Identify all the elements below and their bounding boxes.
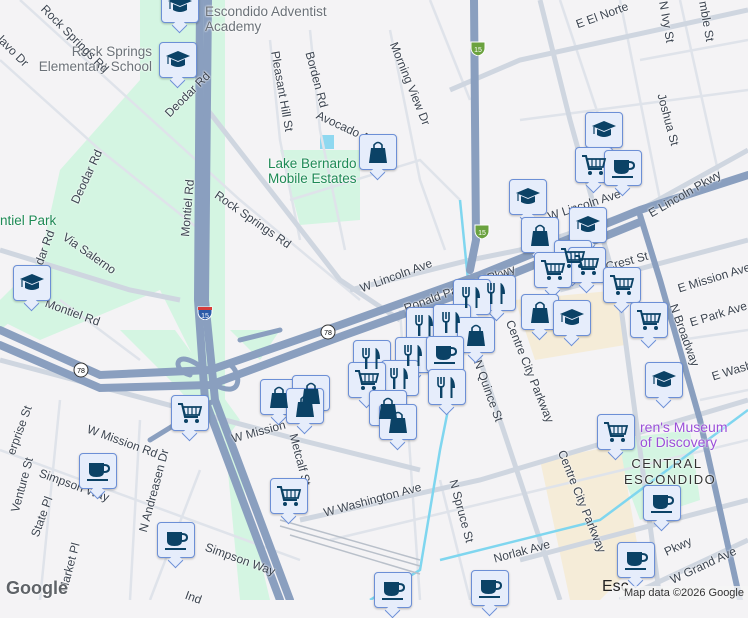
svg-text:78: 78: [324, 330, 332, 337]
school-marker[interactable]: [159, 42, 197, 78]
cart-marker[interactable]: [603, 267, 641, 303]
cart-marker[interactable]: [270, 478, 308, 514]
shopping-bag-icon: [389, 411, 407, 433]
school-icon: [516, 188, 540, 204]
shopping-bag-icon: [270, 386, 288, 408]
school-marker[interactable]: [569, 207, 607, 243]
cart-icon: [610, 275, 635, 295]
cart-marker[interactable]: [597, 414, 635, 450]
shopping-bag-marker[interactable]: [286, 388, 324, 424]
shopping-bag-marker[interactable]: [521, 217, 559, 253]
interstate-15-shield: 15: [474, 224, 490, 239]
lake-bernardo-label[interactable]: Lake Bernardo Mobile Estates: [268, 156, 368, 186]
coffee-icon: [479, 580, 503, 598]
school-marker[interactable]: [13, 265, 51, 301]
coffee-marker[interactable]: [157, 522, 195, 558]
restaurant-marker[interactable]: [428, 369, 466, 405]
cart-marker[interactable]: [348, 362, 386, 398]
cart-icon: [178, 403, 203, 423]
cart-icon: [637, 310, 662, 330]
map-attribution[interactable]: Map data ©2026 Google: [619, 586, 748, 600]
school-icon: [560, 309, 584, 325]
coffee-marker[interactable]: [426, 336, 464, 372]
shopping-bag-icon: [531, 301, 549, 323]
school-marker[interactable]: [509, 179, 547, 215]
central-escondido-label: CENTRAL ESCONDIDO: [624, 456, 717, 487]
coffee-marker[interactable]: [604, 150, 642, 186]
restaurant-marker[interactable]: [381, 360, 419, 396]
cart-marker[interactable]: [568, 247, 606, 283]
cart-marker[interactable]: [534, 252, 572, 288]
coffee-icon: [87, 463, 111, 481]
coffee-marker[interactable]: [617, 542, 655, 578]
cart-icon: [575, 255, 600, 275]
coffee-marker[interactable]: [471, 570, 509, 606]
coffee-icon: [165, 532, 189, 550]
school-icon: [166, 51, 190, 67]
shopping-bag-icon: [296, 395, 314, 417]
cart-icon: [582, 155, 607, 175]
restaurant-icon: [462, 287, 480, 308]
shopping-bag-marker[interactable]: [457, 317, 495, 353]
school-icon: [20, 274, 44, 290]
google-logo[interactable]: Google: [6, 578, 68, 599]
cart-marker[interactable]: [630, 302, 668, 338]
coffee-marker[interactable]: [643, 485, 681, 521]
school-marker[interactable]: [645, 362, 683, 398]
route-78-shield: 78: [73, 362, 89, 378]
railroad: [279, 519, 421, 575]
school-icon: [592, 121, 616, 137]
school-icon: [576, 216, 600, 232]
svg-text:15: 15: [474, 47, 482, 54]
coffee-marker[interactable]: [374, 572, 412, 608]
coffee-icon: [612, 160, 636, 178]
route-78-shield: 78: [320, 324, 336, 340]
restaurant-icon: [390, 368, 408, 389]
school-marker[interactable]: [161, 0, 199, 23]
coffee-icon: [625, 552, 649, 570]
shopping-bag-marker[interactable]: [521, 294, 559, 330]
svg-text:78: 78: [77, 368, 85, 375]
restaurant-icon: [437, 377, 455, 398]
svg-text:15: 15: [478, 230, 486, 237]
academy-text: Escondido Adventist Academy: [205, 4, 327, 34]
restaurant-icon: [415, 315, 433, 336]
school-marker[interactable]: [553, 300, 591, 336]
cart-icon: [541, 260, 566, 280]
cart-icon: [277, 486, 302, 506]
restaurant-icon: [487, 283, 505, 304]
montiel-park-label[interactable]: ntiel Park: [0, 213, 56, 228]
cart-marker[interactable]: [575, 147, 613, 183]
interstate-15-shield: 15: [197, 306, 213, 320]
cart-icon: [604, 422, 629, 442]
school-icon: [652, 371, 676, 387]
school-marker[interactable]: [585, 112, 623, 148]
coffee-icon: [434, 346, 458, 364]
cart-icon: [355, 370, 380, 390]
shopping-bag-marker[interactable]: [379, 404, 417, 440]
shopping-bag-icon: [369, 141, 387, 163]
shopping-bag-icon: [467, 324, 485, 346]
escondido-adventist-academy-label[interactable]: Escondido Adventist Academy: [205, 4, 330, 34]
school-icon: [168, 0, 192, 12]
cart-marker[interactable]: [171, 395, 209, 431]
coffee-marker[interactable]: [79, 453, 117, 489]
coffee-icon: [382, 582, 406, 600]
coffee-icon: [651, 495, 675, 513]
shopping-bag-marker[interactable]: [359, 134, 397, 170]
interstate-15-shield: 15: [470, 41, 486, 56]
svg-text:15: 15: [201, 313, 209, 320]
shopping-bag-icon: [531, 224, 549, 246]
childrens-museum-label[interactable]: ren's Museum of Discovery: [640, 420, 730, 450]
